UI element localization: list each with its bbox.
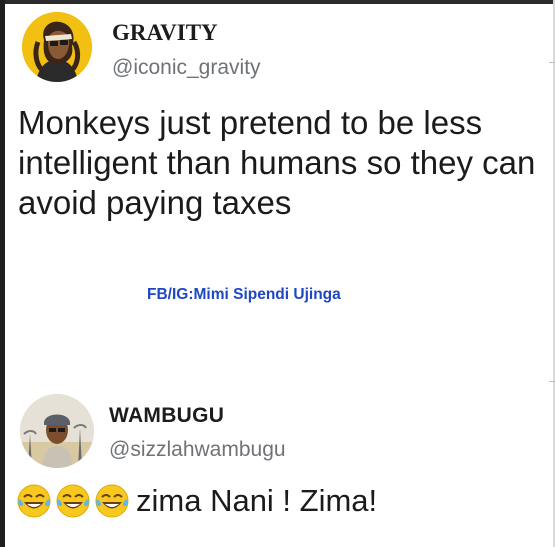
avatar[interactable] (22, 12, 92, 82)
display-name[interactable]: WAMBUGU (109, 404, 224, 428)
face-with-tears-of-joy-icon (17, 484, 51, 518)
user-handle[interactable]: @sizzlahwambugu (109, 438, 286, 462)
avatar-photo-icon (20, 394, 94, 468)
display-name[interactable]: GRAVITY (112, 20, 218, 46)
user-handle[interactable]: @iconic_gravity (112, 56, 261, 80)
avatar[interactable] (20, 394, 94, 468)
tweet-text-line: zima Nani ! Zima! (16, 483, 377, 519)
face-with-tears-of-joy-icon (56, 484, 90, 518)
tweet-wambugu: WAMBUGU @sizzlahwambugu zima Nani ! Zima… (0, 382, 555, 547)
watermark-text: FB/IG:Mimi Sipendi Ujinga (147, 286, 341, 303)
tweet-text: Monkeys just pretend to be less intellig… (18, 104, 536, 221)
tweet-gravity: GRAVITY @iconic_gravity Monkeys just pre… (0, 0, 555, 360)
face-with-tears-of-joy-icon (95, 484, 129, 518)
avatar-illustration-icon (22, 12, 92, 82)
tweet-text: zima Nani ! Zima! (136, 483, 378, 518)
